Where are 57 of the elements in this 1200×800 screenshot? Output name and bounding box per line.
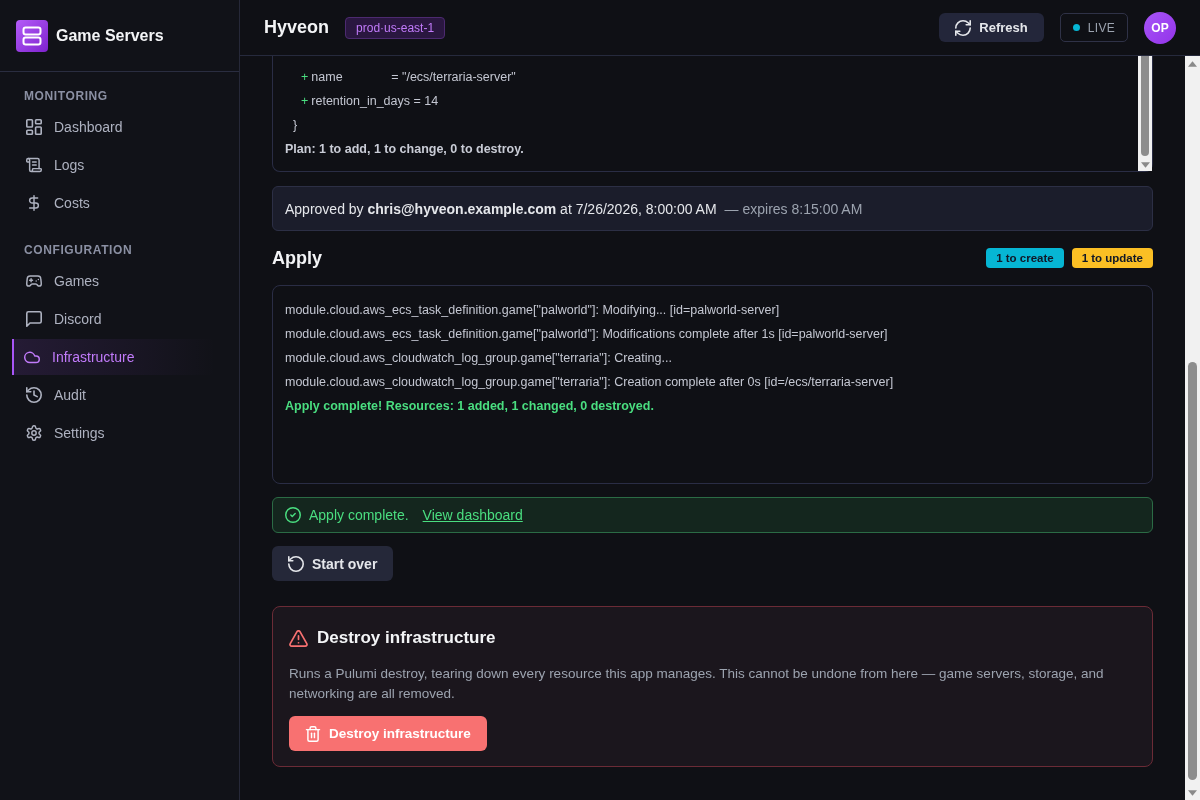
- log-line: module.cloud.aws_cloudwatch_log_group.game["terraria"]: Creation complete after 0s [id=/ecs/terraria-server]: [285, 374, 894, 391]
- expiry-text: — expires 8:15:00 AM: [724, 200, 863, 217]
- history-icon: [26, 387, 42, 403]
- nav-item[interactable]: Dashboard: [12, 109, 216, 145]
- check-circle-icon: [285, 507, 301, 523]
- scrollbar-thumb[interactable]: [1141, 56, 1149, 156]
- count-badge: 1 to create: [986, 248, 1064, 268]
- log-success-line: Apply complete! Resources: 1 added, 1 changed, 0 destroyed.: [285, 398, 654, 415]
- gamepad-icon: [26, 273, 42, 289]
- trash-icon: [305, 725, 321, 742]
- code-line: retention_in_days = 14: [311, 94, 439, 108]
- scroll-up-icon[interactable]: [1188, 61, 1197, 67]
- log-line: module.cloud.aws_cloudwatch_log_group.game["terraria"]: Creating...: [285, 350, 672, 367]
- plan-scrollbar[interactable]: [1138, 56, 1152, 171]
- log-line: module.cloud.aws_ecs_task_definition.game["palworld"]: Modifying... [id=palworld-server]: [285, 302, 780, 319]
- approval-text: Approved by chris@hyveon.example.com at 7/26/2026, 8:00:00 AM: [285, 200, 717, 217]
- view-dashboard-link[interactable]: View dashboard: [422, 507, 523, 523]
- scrollbar-thumb[interactable]: [1188, 362, 1197, 780]
- danger-description: Runs a Pulumi destroy, tearing down every resource this app manages. This cannot be undone from here — game servers, storage, and networking are all removed.: [289, 665, 1105, 703]
- scroll-icon: [26, 157, 42, 173]
- dashboard-icon: [26, 119, 42, 135]
- danger-title: Destroy infrastructure: [317, 628, 496, 648]
- app-name: Game Servers: [56, 26, 164, 45]
- code-line: }: [293, 118, 298, 132]
- dollar-icon: [26, 195, 42, 211]
- plan-summary: Plan: 1 to add, 1 to change, 0 to destroy.: [285, 142, 524, 156]
- environment-badge: prod·us-east-1: [345, 16, 446, 39]
- rotate-left-icon: [288, 555, 304, 572]
- page-title: Hyveon: [264, 17, 330, 38]
- log-line: module.cloud.aws_ecs_task_definition.game["palworld"]: Modifications complete after 1s [id=palworld-server]: [285, 326, 888, 343]
- alert-message: Apply complete.: [309, 507, 409, 523]
- chat-bubble-icon: [26, 311, 42, 327]
- page-scrollbar[interactable]: [1185, 56, 1200, 800]
- scroll-down-icon[interactable]: [1188, 790, 1197, 796]
- nav-item[interactable]: Settings: [12, 415, 216, 451]
- count-badge: 1 to update: [1071, 248, 1153, 268]
- settings-icon: [26, 425, 42, 441]
- nav-item[interactable]: Audit: [12, 377, 216, 413]
- nav-item[interactable]: Discord: [12, 301, 216, 337]
- section-label: MONITORING: [23, 88, 109, 104]
- nav-item[interactable]: Games: [12, 263, 216, 299]
- warning-icon: [289, 629, 308, 647]
- nav-item[interactable]: Logs: [12, 147, 216, 183]
- refresh-icon: [955, 19, 972, 36]
- start-over-button[interactable]: Start over: [272, 546, 394, 581]
- section-heading: Apply: [272, 247, 322, 269]
- code-line: name = "/ecs/terraria-server": [311, 70, 516, 84]
- cloud-icon: [24, 349, 40, 365]
- refresh-button[interactable]: Refresh: [939, 13, 1044, 42]
- user-avatar[interactable]: OP: [1144, 11, 1176, 44]
- scroll-down-icon[interactable]: [1140, 162, 1150, 168]
- nav-item[interactable]: Costs: [12, 185, 216, 221]
- added-marker: +: [301, 94, 309, 108]
- added-marker: +: [301, 70, 309, 84]
- section-label: CONFIGURATION: [23, 242, 134, 258]
- live-label: LIVE: [1087, 20, 1115, 35]
- server-logo-icon: [16, 19, 48, 52]
